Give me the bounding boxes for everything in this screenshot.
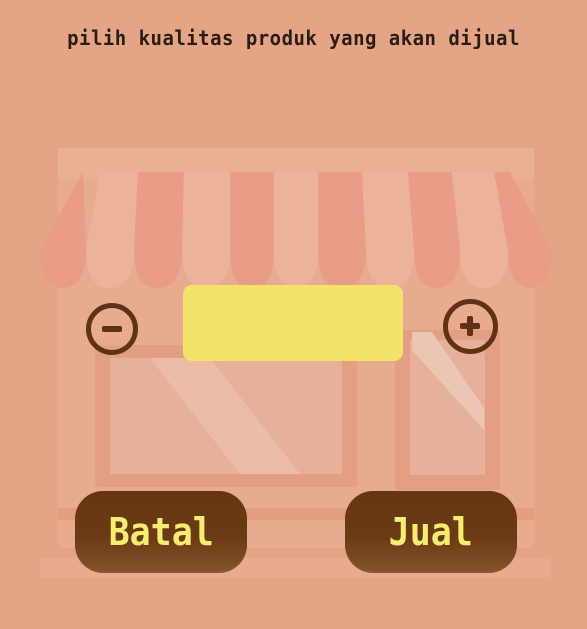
sell-button[interactable]: Jual <box>345 491 517 573</box>
decrease-quantity-button[interactable] <box>86 303 138 355</box>
increase-quantity-button[interactable] <box>443 299 498 354</box>
cancel-button-label: Batal <box>108 510 214 554</box>
plus-vertical-bar <box>467 316 473 336</box>
quality-display <box>183 285 403 361</box>
sell-button-label: Jual <box>388 510 474 554</box>
prompt-text: pilih kualitas produk yang akan dijual <box>67 26 520 50</box>
minus-circle-icon <box>102 326 122 332</box>
cancel-button[interactable]: Batal <box>75 491 247 573</box>
